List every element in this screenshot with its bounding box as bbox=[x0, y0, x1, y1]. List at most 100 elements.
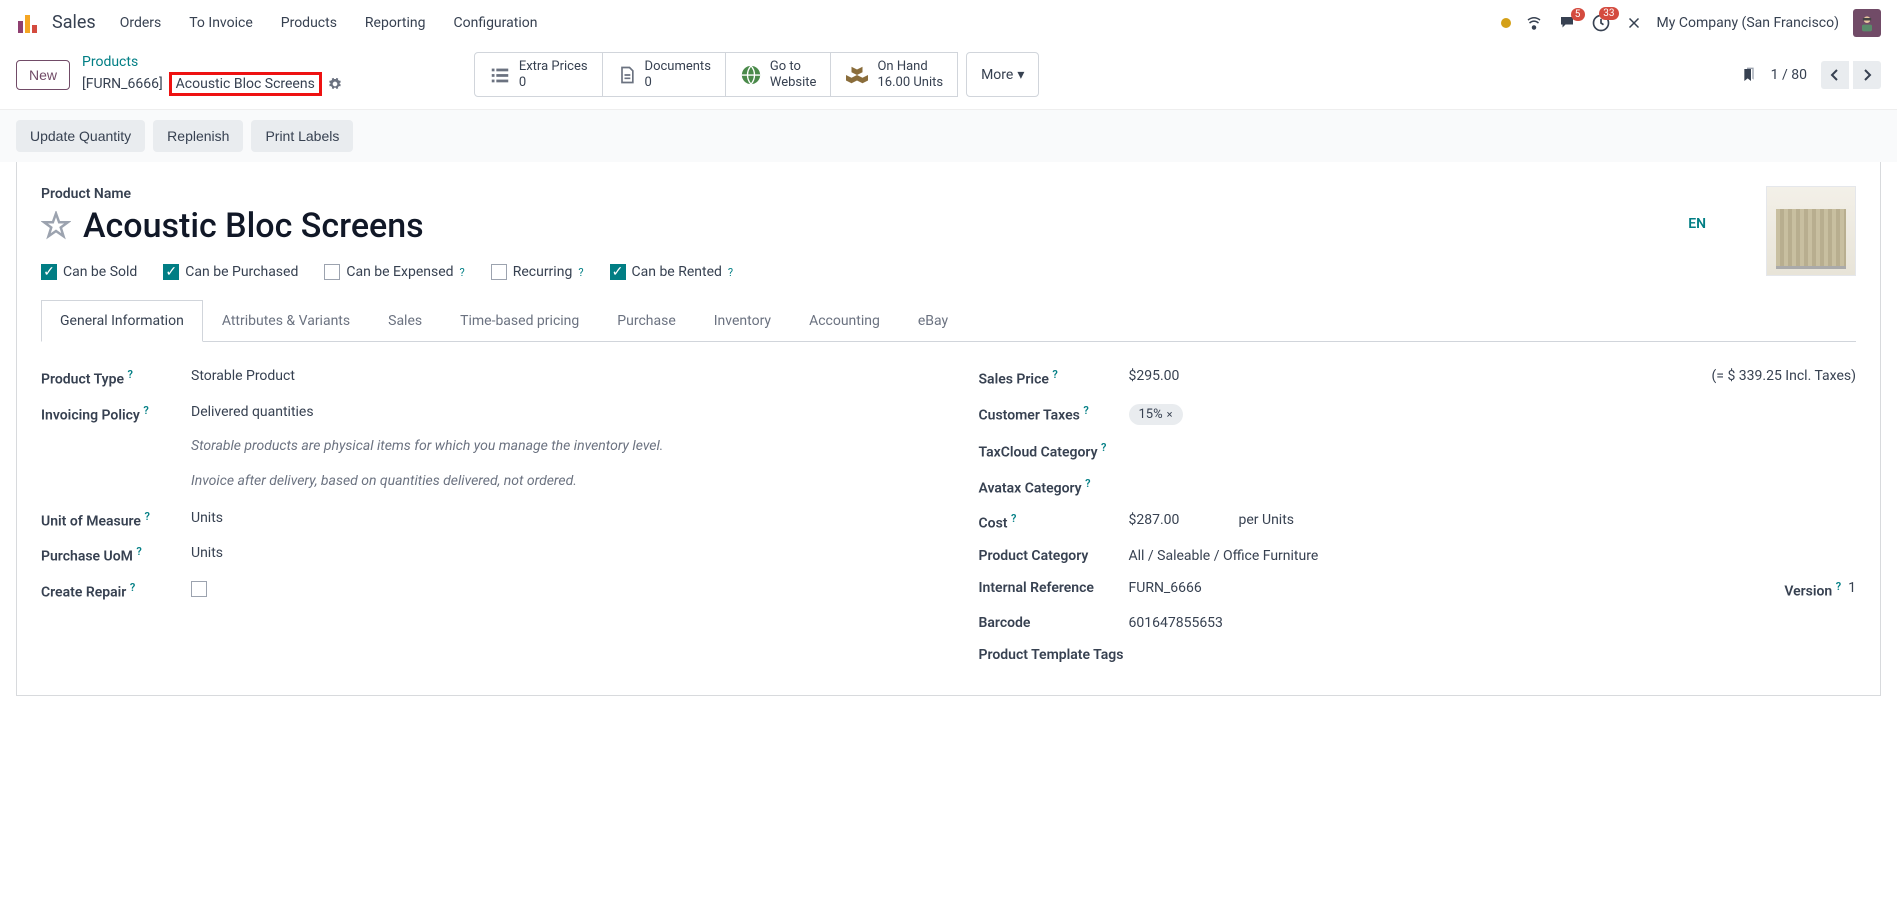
app-title[interactable]: Sales bbox=[52, 12, 96, 33]
activities-badge: 33 bbox=[1599, 7, 1618, 20]
favorite-star-icon[interactable] bbox=[41, 211, 71, 241]
tabs: General Information Attributes & Variant… bbox=[41, 300, 1856, 342]
subheader: New Products [FURN_6666] Acoustic Bloc S… bbox=[0, 46, 1897, 109]
new-button[interactable]: New bbox=[16, 60, 70, 90]
help-icon[interactable]: ? bbox=[728, 266, 733, 279]
help-icon[interactable]: ? bbox=[130, 581, 135, 594]
price-incl-taxes: (= $ 339.25 Incl. Taxes) bbox=[1712, 368, 1856, 384]
tab-general-information[interactable]: General Information bbox=[41, 300, 203, 342]
pager-text[interactable]: 1 / 80 bbox=[1771, 67, 1807, 83]
nav-configuration[interactable]: Configuration bbox=[453, 15, 537, 31]
invoicing-policy-field[interactable]: Delivered quantities bbox=[191, 404, 919, 420]
help-icon[interactable]: ? bbox=[1011, 512, 1016, 525]
product-name-label: Product Name bbox=[41, 186, 1668, 202]
pager-next-button[interactable] bbox=[1853, 61, 1881, 89]
can-be-sold-checkbox[interactable]: ✓Can be Sold bbox=[41, 264, 137, 280]
help-icon[interactable]: ? bbox=[460, 266, 465, 279]
help-icon[interactable]: ? bbox=[128, 368, 133, 381]
purchase-uom-field[interactable]: Units bbox=[191, 545, 919, 561]
category-field[interactable]: All / Saleable / Office Furniture bbox=[1129, 548, 1857, 564]
product-type-field[interactable]: Storable Product bbox=[191, 368, 919, 384]
tax-tag[interactable]: 15% × bbox=[1129, 404, 1183, 425]
help-text: Invoice after delivery, based on quantit… bbox=[41, 467, 919, 502]
boxes-icon bbox=[845, 64, 869, 86]
help-icon[interactable]: ? bbox=[1052, 368, 1057, 381]
extra-prices-button[interactable]: Extra Prices0 bbox=[474, 52, 603, 97]
breadcrumb-name: Acoustic Bloc Screens bbox=[176, 76, 315, 92]
cost-field[interactable]: $287.00 bbox=[1129, 512, 1239, 528]
company-switcher[interactable]: My Company (San Francisco) bbox=[1657, 15, 1839, 31]
help-icon[interactable]: ? bbox=[1085, 477, 1090, 490]
update-quantity-button[interactable]: Update Quantity bbox=[16, 120, 145, 152]
product-name-input[interactable]: Acoustic Bloc Screens bbox=[83, 206, 424, 246]
messages-badge: 5 bbox=[1571, 8, 1585, 21]
can-be-rented-checkbox[interactable]: ✓Can be Rented? bbox=[610, 264, 734, 280]
recurring-checkbox[interactable]: Recurring? bbox=[491, 264, 584, 280]
stat-value: 0 bbox=[519, 75, 588, 91]
version-field[interactable]: 1 bbox=[1848, 580, 1856, 596]
nav-orders[interactable]: Orders bbox=[120, 15, 162, 31]
print-labels-button[interactable]: Print Labels bbox=[251, 120, 353, 152]
tab-time-based-pricing[interactable]: Time-based pricing bbox=[441, 300, 598, 341]
status-dot-icon bbox=[1501, 18, 1511, 28]
internal-ref-field[interactable]: FURN_6666 bbox=[1129, 580, 1785, 596]
help-icon[interactable]: ? bbox=[1101, 441, 1106, 454]
nav-products[interactable]: Products bbox=[281, 15, 337, 31]
tab-accounting[interactable]: Accounting bbox=[790, 300, 899, 341]
app-logo bbox=[16, 11, 40, 35]
sales-price-field[interactable]: $295.00 bbox=[1129, 368, 1672, 384]
left-column: Product Type ?Storable Product Invoicing… bbox=[41, 360, 919, 671]
replenish-button[interactable]: Replenish bbox=[153, 120, 243, 152]
tab-inventory[interactable]: Inventory bbox=[695, 300, 790, 341]
onhand-button[interactable]: On Hand16.00 Units bbox=[831, 52, 958, 97]
stat-buttons: Extra Prices0 Documents0 Go toWebsite On… bbox=[474, 52, 1040, 97]
top-nav: Orders To Invoice Products Reporting Con… bbox=[120, 15, 538, 31]
product-image[interactable] bbox=[1766, 186, 1856, 276]
topbar: Sales Orders To Invoice Products Reporti… bbox=[0, 0, 1897, 46]
more-button[interactable]: More▾ bbox=[966, 52, 1039, 97]
cost-unit: per Units bbox=[1239, 512, 1295, 528]
help-icon[interactable]: ? bbox=[578, 266, 583, 279]
barcode-field[interactable]: 601647855653 bbox=[1129, 615, 1857, 631]
tag-remove-icon[interactable]: × bbox=[1167, 408, 1173, 421]
document-icon bbox=[617, 64, 637, 86]
can-be-expensed-checkbox[interactable]: Can be Expensed? bbox=[324, 264, 464, 280]
activities-icon[interactable]: 33 bbox=[1591, 13, 1611, 33]
topbar-right: 5 33 My Company (San Francisco) bbox=[1501, 9, 1881, 37]
uom-field[interactable]: Units bbox=[191, 510, 919, 526]
voip-icon[interactable] bbox=[1525, 14, 1543, 32]
tab-sales[interactable]: Sales bbox=[369, 300, 441, 341]
tab-attributes-variants[interactable]: Attributes & Variants bbox=[203, 300, 369, 341]
nav-to-invoice[interactable]: To Invoice bbox=[189, 15, 253, 31]
help-text: Storable products are physical items for… bbox=[41, 432, 919, 467]
stat-value: 0 bbox=[645, 75, 711, 91]
tab-purchase[interactable]: Purchase bbox=[598, 300, 694, 341]
help-icon[interactable]: ? bbox=[136, 545, 141, 558]
messages-icon[interactable]: 5 bbox=[1557, 14, 1577, 32]
gear-icon[interactable] bbox=[328, 77, 342, 91]
breadcrumb-parent[interactable]: Products bbox=[82, 53, 342, 71]
right-column: Sales Price ?$295.00(= $ 339.25 Incl. Ta… bbox=[979, 360, 1857, 671]
bookmark-icon[interactable] bbox=[1741, 65, 1757, 85]
website-button[interactable]: Go toWebsite bbox=[726, 52, 832, 97]
help-icon[interactable]: ? bbox=[1836, 580, 1841, 593]
documents-button[interactable]: Documents0 bbox=[603, 52, 726, 97]
list-icon bbox=[489, 64, 511, 86]
stat-value: Website bbox=[770, 75, 817, 91]
stat-label: Extra Prices bbox=[519, 59, 588, 75]
tools-icon[interactable] bbox=[1625, 14, 1643, 32]
nav-reporting[interactable]: Reporting bbox=[365, 15, 426, 31]
pager-prev-button[interactable] bbox=[1821, 61, 1849, 89]
help-icon[interactable]: ? bbox=[143, 404, 148, 417]
stat-label: Documents bbox=[645, 59, 711, 75]
language-button[interactable]: EN bbox=[1688, 216, 1706, 232]
can-be-purchased-checkbox[interactable]: ✓Can be Purchased bbox=[163, 264, 298, 280]
user-avatar[interactable] bbox=[1853, 9, 1881, 37]
form-sheet: Product Name Acoustic Bloc Screens ✓Can … bbox=[16, 162, 1881, 696]
help-icon[interactable]: ? bbox=[1083, 404, 1088, 417]
create-repair-checkbox[interactable] bbox=[191, 581, 207, 597]
help-icon[interactable]: ? bbox=[144, 510, 149, 523]
action-toolbar: Update Quantity Replenish Print Labels bbox=[0, 109, 1897, 162]
tab-ebay[interactable]: eBay bbox=[899, 300, 967, 341]
stat-label: Go to bbox=[770, 59, 817, 75]
